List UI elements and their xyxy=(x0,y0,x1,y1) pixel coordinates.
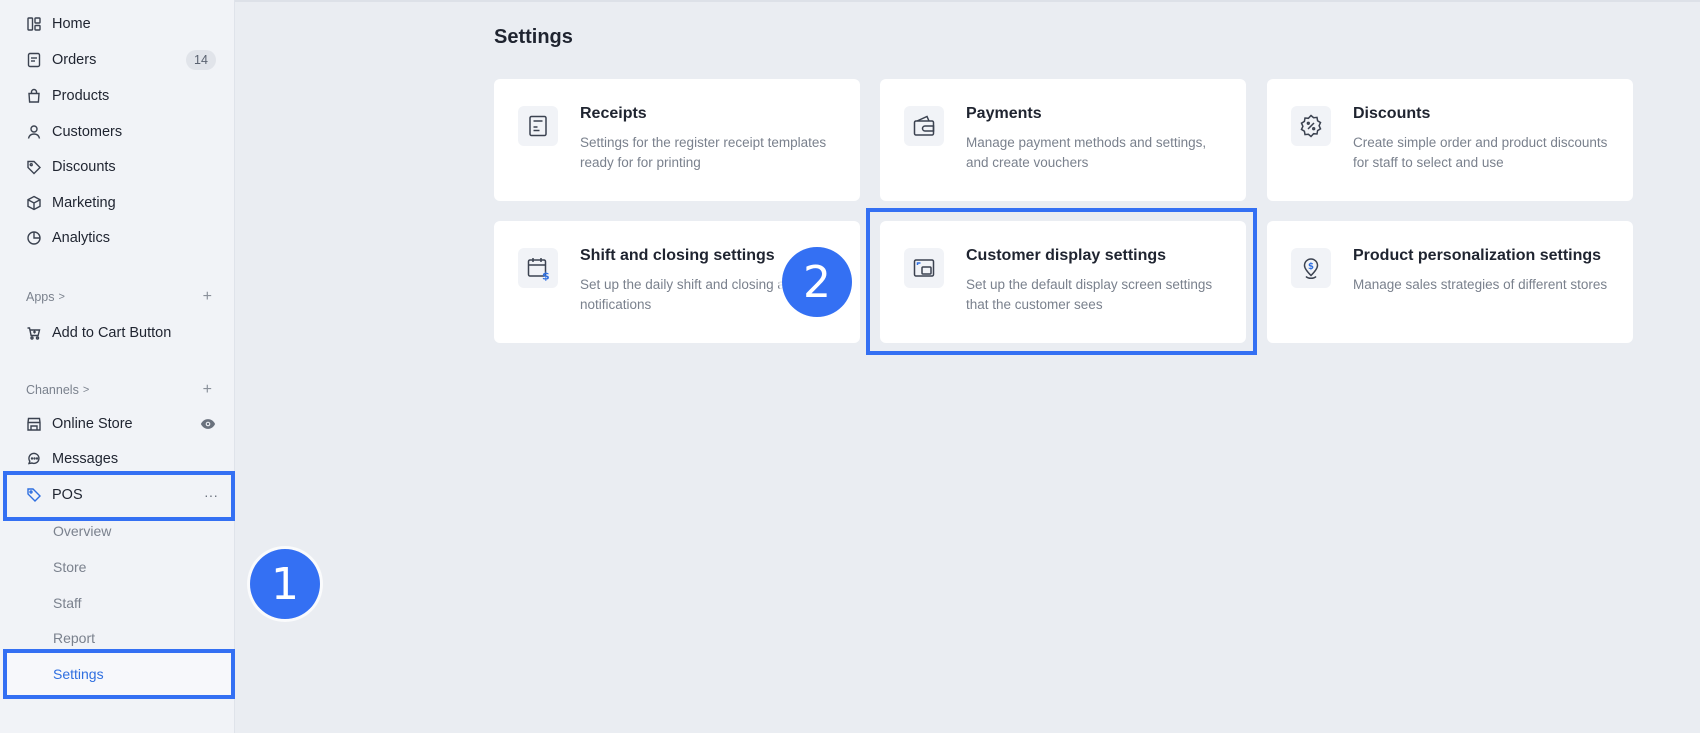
discount-badge-icon xyxy=(1291,106,1331,146)
add-app-icon[interactable]: + xyxy=(203,288,212,306)
top-border xyxy=(0,0,1700,2)
step-marker-2: 2 xyxy=(782,247,852,317)
settings-card-product-personalization[interactable]: $ Product personalization settings Manag… xyxy=(1267,221,1633,343)
sidebar-item-label: Marketing xyxy=(52,195,116,211)
apps-heading: Apps xyxy=(26,290,55,304)
svg-text:$: $ xyxy=(1308,262,1314,272)
pos-subitem-staff[interactable]: Staff xyxy=(53,590,82,616)
sidebar-item-orders[interactable]: Orders 14 xyxy=(26,45,222,75)
sidebar-item-discounts[interactable]: Discounts xyxy=(26,152,222,182)
sidebar-item-customers[interactable]: Customers xyxy=(26,117,222,147)
card-title: Receipts xyxy=(580,105,647,122)
card-title: Discounts xyxy=(1353,105,1431,122)
highlight-settings xyxy=(3,649,235,699)
sidebar-item-label: Home xyxy=(52,16,91,32)
card-description: Create simple order and product discount… xyxy=(1353,135,1608,170)
sidebar-item-label: Orders xyxy=(52,52,97,68)
highlight-customer-display-card xyxy=(866,208,1257,355)
wallet-icon xyxy=(904,106,944,146)
orders-count-badge: 14 xyxy=(186,50,216,70)
cart-app-icon xyxy=(26,325,42,341)
sidebar-item-products[interactable]: Products xyxy=(26,81,222,111)
sidebar: Home Orders 14 Products Customers Discou… xyxy=(0,0,235,733)
chevron-right-icon: > xyxy=(58,291,65,303)
sidebar-item-analytics[interactable]: Analytics xyxy=(26,223,222,253)
receipt-icon xyxy=(518,106,558,146)
home-icon xyxy=(26,16,42,32)
pie-chart-icon xyxy=(26,230,42,246)
calendar-dollar-icon: $ xyxy=(518,248,558,288)
settings-card-discounts[interactable]: Discounts Create simple order and produc… xyxy=(1267,79,1633,201)
card-description: Settings for the register receipt templa… xyxy=(580,135,827,170)
card-title: Payments xyxy=(966,105,1042,122)
channels-heading: Channels xyxy=(26,383,79,397)
pos-subitem-report[interactable]: Report xyxy=(53,625,95,651)
apps-section-header[interactable]: Apps > + xyxy=(26,287,212,307)
sidebar-item-online-store[interactable]: Online Store xyxy=(26,409,222,439)
card-description: Manage payment methods and settings, and… xyxy=(966,135,1207,170)
card-description: Manage sales strategies of different sto… xyxy=(1353,277,1608,292)
add-channel-icon[interactable]: + xyxy=(203,381,212,399)
sidebar-item-home[interactable]: Home xyxy=(26,9,222,39)
card-title: Shift and closing settings xyxy=(580,247,775,264)
tag-icon xyxy=(26,159,42,175)
sidebar-item-marketing[interactable]: Marketing xyxy=(26,188,222,218)
svg-text:$: $ xyxy=(542,270,550,282)
sidebar-item-messages[interactable]: Messages xyxy=(26,444,222,474)
sidebar-item-label: Products xyxy=(52,88,110,104)
storefront-icon xyxy=(26,416,42,432)
sidebar-item-add-to-cart-button[interactable]: Add to Cart Button xyxy=(26,318,222,348)
orders-icon xyxy=(26,52,42,68)
sidebar-item-label: Online Store xyxy=(52,416,133,432)
card-title: Product personalization settings xyxy=(1353,247,1602,264)
settings-card-payments[interactable]: Payments Manage payment methods and sett… xyxy=(880,79,1246,201)
sidebar-item-label: Analytics xyxy=(52,230,111,246)
channels-section-header[interactable]: Channels > + xyxy=(26,380,212,400)
sidebar-item-label: Add to Cart Button xyxy=(52,325,172,341)
page-title: Settings xyxy=(494,26,573,48)
shopping-bag-icon xyxy=(26,88,42,104)
pos-subitem-overview[interactable]: Overview xyxy=(53,518,111,544)
step-marker-1: 1 xyxy=(250,549,320,619)
sidebar-item-label: Messages xyxy=(52,451,119,467)
location-dollar-icon: $ xyxy=(1291,248,1331,288)
highlight-pos xyxy=(3,471,235,521)
person-icon xyxy=(26,124,42,140)
sidebar-item-label: Customers xyxy=(52,124,123,140)
pos-subitem-store[interactable]: Store xyxy=(53,554,86,580)
settings-card-receipts[interactable]: Receipts Settings for the register recei… xyxy=(494,79,860,201)
cube-icon xyxy=(26,195,42,211)
sidebar-item-label: Discounts xyxy=(52,159,116,175)
chevron-right-icon: > xyxy=(82,384,90,396)
pos-subitem-settings[interactable]: Settings xyxy=(53,661,104,687)
eye-icon[interactable] xyxy=(200,416,218,432)
chat-bubble-icon xyxy=(26,451,42,467)
